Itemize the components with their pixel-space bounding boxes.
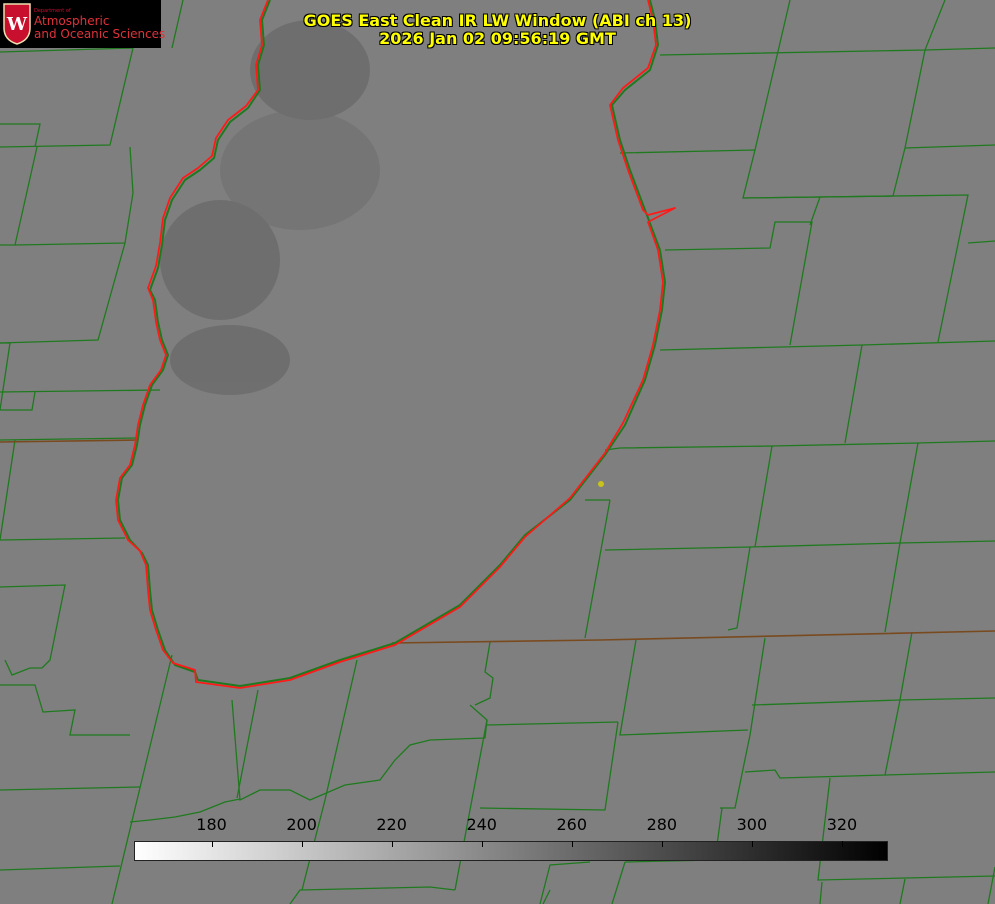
colorbar-tick-mark [751, 841, 753, 847]
colorbar-tick-label: 320 [826, 815, 858, 834]
image-title: GOES East Clean IR LW Window (ABI ch 13)… [290, 12, 705, 48]
logo-seal-letter: W [6, 14, 28, 35]
title-product: GOES East Clean IR LW Window (ABI ch 13) [303, 11, 692, 30]
colorbar-tick-label: 200 [286, 815, 317, 834]
logo-name-line2: and Oceanic Sciences [34, 27, 166, 41]
temperature-colorbar: 180 200 220 240 260 280 300 320 [134, 812, 888, 862]
colorbar-tick-mark [841, 841, 843, 847]
colorbar-tick-label: 280 [646, 815, 678, 834]
satellite-map [0, 0, 995, 904]
colorbar-tick-label: 220 [376, 815, 407, 834]
colorbar-tick-mark [391, 841, 393, 847]
colorbar-tick-mark [481, 841, 483, 847]
colorbar-tick-label: 180 [196, 815, 227, 834]
colorbar-tick-label: 300 [736, 815, 768, 834]
uw-aos-logo: W Department of Atmospheric and Oceanic … [0, 0, 165, 48]
colorbar-tick-mark [661, 841, 663, 847]
map-background [0, 0, 995, 904]
colorbar-tick-mark [211, 841, 213, 847]
logo-name-line1: Atmospheric [34, 14, 110, 28]
colorbar-tick-label: 240 [466, 815, 497, 834]
title-timestamp: 2026 Jan 02 09:56:19 GMT [379, 29, 616, 48]
colorbar-gradient [134, 841, 888, 861]
colorbar-tick-mark [571, 841, 573, 847]
uw-crest-icon: W [3, 3, 31, 45]
station-marker [598, 481, 604, 487]
colorbar-tick-mark [301, 841, 303, 847]
colorbar-tick-label: 260 [556, 815, 588, 834]
